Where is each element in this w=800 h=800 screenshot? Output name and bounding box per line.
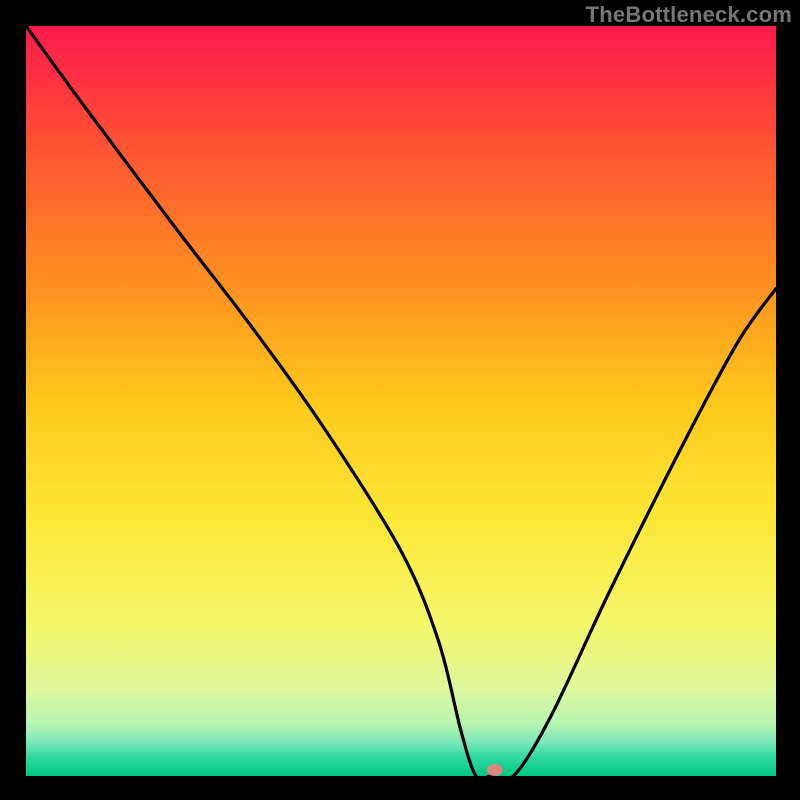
chart-background [26,26,776,776]
optimum-marker [487,764,503,776]
chart-svg [26,26,776,776]
plot-frame [26,26,776,776]
chart-stage: TheBottleneck.com [0,0,800,800]
watermark-text: TheBottleneck.com [586,2,792,28]
